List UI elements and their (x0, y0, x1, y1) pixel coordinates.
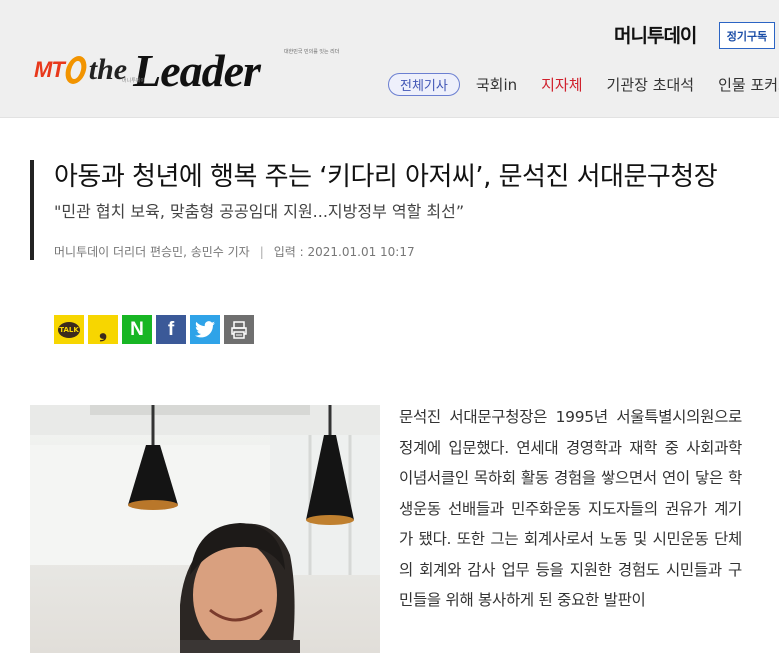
site-header: MT the Leader 대한민국 민의를 잇는 리더 머니투데이 머니투데이… (0, 0, 779, 118)
facebook-share-button[interactable]: f (156, 315, 186, 344)
subscribe-button[interactable]: 정기구독 (719, 22, 775, 49)
nav-item-local-government[interactable]: 지자체 (541, 74, 582, 95)
main-nav: 전체기사 국회in 지자체 기관장 초대석 인물 포커스 (388, 73, 779, 96)
share-bar: TALK ❟ N f (54, 315, 254, 344)
article-author: 머니투데이 더리더 편승민, 송민수 기자 (54, 245, 250, 259)
meta-separator: | (259, 244, 264, 259)
kakaostory-share-button[interactable]: ❟ (88, 315, 118, 344)
facebook-icon: f (167, 318, 175, 340)
kakaotalk-share-button[interactable]: TALK (54, 315, 84, 344)
print-icon (231, 320, 247, 339)
twitter-icon (195, 321, 215, 338)
kakaostory-icon: ❟ (99, 317, 107, 342)
logo-ring-icon (62, 56, 89, 84)
nav-item-leader-interview[interactable]: 기관장 초대석 (607, 74, 695, 95)
article-photo (30, 405, 380, 653)
logo-tagline-2: 머니투데이 (122, 78, 146, 84)
nav-item-assembly[interactable]: 국회in (476, 74, 517, 95)
logo-tagline: 대한민국 민의를 잇는 리더 (284, 49, 340, 55)
article-header: 아동과 청년에 행복 주는 ‘키다리 아저씨’, 문석진 서대문구청장 "민관 … (30, 160, 750, 260)
twitter-share-button[interactable] (190, 315, 220, 344)
article-photo-image (30, 405, 380, 653)
article-date: 입력 : 2021.01.01 10:17 (273, 245, 415, 259)
nav-item-people-focus[interactable]: 인물 포커스 (718, 74, 779, 95)
naver-share-button[interactable]: N (122, 315, 152, 344)
logo-mt: MT (34, 57, 65, 82)
logo-leader: Leader (133, 44, 261, 96)
article-meta: 머니투데이 더리더 편승민, 송민수 기자 | 입력 : 2021.01.01 … (54, 243, 750, 260)
site-logo[interactable]: MT the Leader 대한민국 민의를 잇는 리더 머니투데이 (34, 44, 339, 96)
article-subtitle: "민관 협치 보육, 맞춤형 공공임대 지원...지방정부 역할 최선” (54, 202, 465, 221)
kakaotalk-icon: TALK (58, 321, 80, 338)
article-title: 아동과 청년에 행복 주는 ‘키다리 아저씨’, 문석진 서대문구청장 (54, 162, 718, 192)
brand-link[interactable]: 머니투데이 (614, 21, 697, 48)
nav-item-all-articles[interactable]: 전체기사 (388, 73, 460, 96)
article-body: 문석진 서대문구청장은 1995년 서울특별시의원으로 정계에 입문했다. 연세… (399, 408, 742, 609)
naver-icon: N (130, 318, 144, 340)
print-button[interactable] (224, 315, 254, 344)
